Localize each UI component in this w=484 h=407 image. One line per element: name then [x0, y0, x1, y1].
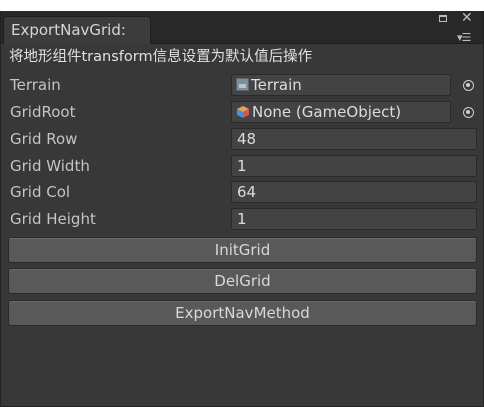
tab-bar: ExportNavGrid: ✕ ▾☰	[1, 11, 483, 44]
grid-height-input[interactable]: 1	[231, 208, 477, 230]
terrain-icon	[236, 78, 249, 91]
gridroot-value: None (GameObject)	[252, 103, 402, 121]
grid-col-input[interactable]: 64	[231, 181, 477, 203]
terrain-value: Terrain	[251, 76, 302, 94]
terrain-object-field[interactable]: Terrain	[231, 74, 451, 96]
grid-height-label: Grid Height	[10, 210, 96, 228]
grid-row-input[interactable]: 48	[231, 128, 477, 150]
gridroot-object-field[interactable]: None (GameObject)	[231, 101, 451, 123]
top-margin	[0, 0, 484, 11]
context-menu-icon[interactable]: ▾☰	[457, 31, 471, 44]
description-text: 将地形组件transform信息设置为默认值后操作	[9, 49, 313, 65]
gameobject-cube-icon	[237, 105, 249, 118]
close-icon[interactable]: ✕	[461, 11, 473, 25]
gridroot-label: GridRoot	[10, 103, 76, 121]
grid-width-label: Grid Width	[10, 157, 90, 175]
init-grid-button[interactable]: InitGrid	[8, 237, 477, 263]
editor-window: ExportNavGrid: ✕ ▾☰ 将地形组件transform信息设置为默…	[0, 11, 484, 407]
grid-width-input[interactable]: 1	[231, 155, 477, 177]
terrain-label: Terrain	[10, 76, 61, 94]
grid-col-label: Grid Col	[10, 183, 71, 201]
gridroot-picker-icon[interactable]	[463, 107, 474, 118]
tab-export-nav-grid[interactable]: ExportNavGrid:	[3, 16, 151, 44]
maximize-icon[interactable]	[439, 15, 447, 22]
terrain-picker-icon[interactable]	[463, 80, 474, 91]
export-nav-method-button[interactable]: ExportNavMethod	[8, 300, 477, 326]
grid-row-label: Grid Row	[10, 130, 78, 148]
del-grid-button[interactable]: DelGrid	[8, 268, 477, 294]
